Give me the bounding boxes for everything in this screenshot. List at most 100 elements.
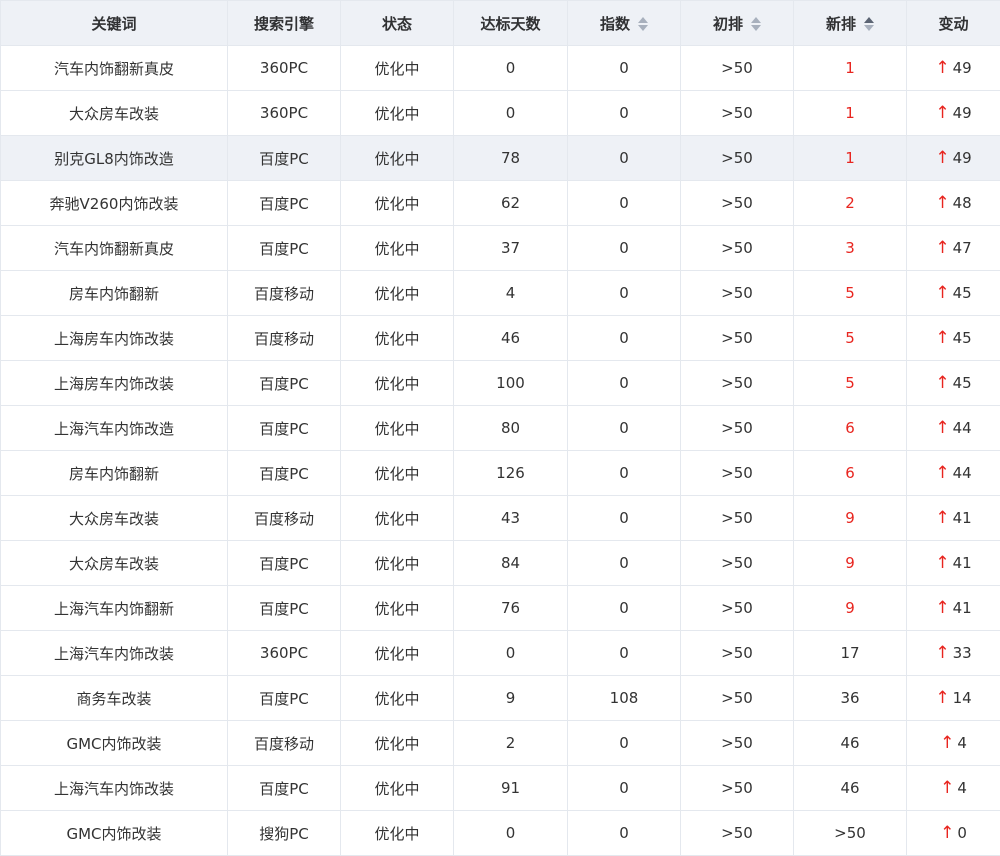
cell-engine: 百度PC [228, 766, 341, 811]
cell-engine: 百度PC [228, 406, 341, 451]
change-value: 45 [953, 284, 972, 302]
cell-initial: >50 [681, 496, 794, 541]
sort-descending-icon[interactable] [751, 25, 761, 31]
cell-change: ↑49 [907, 46, 1000, 91]
cell-change: ↑4 [907, 766, 1000, 811]
header-initial[interactable]: 初排 [681, 1, 794, 46]
cell-engine: 百度PC [228, 541, 341, 586]
sort-icon[interactable] [638, 16, 648, 32]
change-value: 4 [957, 734, 967, 752]
cell-engine: 百度PC [228, 586, 341, 631]
cell-change: ↑48 [907, 181, 1000, 226]
cell-status: 优化中 [341, 181, 454, 226]
cell-new: 3 [794, 226, 907, 271]
cell-status: 优化中 [341, 586, 454, 631]
arrow-up-icon: ↑ [935, 328, 949, 348]
cell-initial: >50 [681, 451, 794, 496]
cell-index: 0 [568, 721, 681, 766]
cell-initial: >50 [681, 586, 794, 631]
sort-descending-icon[interactable] [864, 25, 874, 31]
change-value: 33 [953, 644, 972, 662]
header-days: 达标天数 [454, 1, 568, 46]
cell-keyword: 奔驰V260内饰改装 [1, 181, 228, 226]
cell-days: 84 [454, 541, 568, 586]
cell-new: 46 [794, 766, 907, 811]
cell-new: 6 [794, 451, 907, 496]
cell-index: 0 [568, 406, 681, 451]
cell-index: 0 [568, 496, 681, 541]
arrow-up-icon: ↑ [935, 553, 949, 573]
header-keyword: 关键词 [1, 1, 228, 46]
cell-days: 80 [454, 406, 568, 451]
cell-engine: 百度PC [228, 451, 341, 496]
arrow-up-icon: ↑ [935, 643, 949, 663]
table-row: 汽车内饰翻新真皮360PC优化中00>501↑49 [1, 46, 1000, 91]
arrow-up-icon: ↑ [935, 58, 949, 78]
change-value: 44 [953, 464, 972, 482]
sort-ascending-icon[interactable] [864, 17, 874, 23]
change-value: 49 [953, 104, 972, 122]
cell-engine: 百度PC [228, 181, 341, 226]
cell-change: ↑47 [907, 226, 1000, 271]
arrow-up-icon: ↑ [935, 463, 949, 483]
cell-change: ↑45 [907, 316, 1000, 361]
cell-initial: >50 [681, 46, 794, 91]
cell-index: 0 [568, 271, 681, 316]
cell-keyword: GMC内饰改装 [1, 811, 228, 856]
arrow-up-icon: ↑ [935, 418, 949, 438]
cell-change: ↑44 [907, 406, 1000, 451]
cell-engine: 360PC [228, 46, 341, 91]
header-change: 变动 [907, 1, 1000, 46]
cell-engine: 百度移动 [228, 271, 341, 316]
cell-change: ↑45 [907, 271, 1000, 316]
sort-ascending-icon[interactable] [638, 17, 648, 23]
change-value: 49 [953, 59, 972, 77]
cell-change: ↑14 [907, 676, 1000, 721]
cell-new: 5 [794, 316, 907, 361]
cell-change: ↑41 [907, 541, 1000, 586]
change-value: 41 [953, 509, 972, 527]
change-value: 44 [953, 419, 972, 437]
arrow-up-icon: ↑ [935, 103, 949, 123]
cell-engine: 百度移动 [228, 316, 341, 361]
table-row: 商务车改装百度PC优化中9108>5036↑14 [1, 676, 1000, 721]
cell-change: ↑49 [907, 91, 1000, 136]
change-value: 14 [953, 689, 972, 707]
table-row: 上海汽车内饰翻新百度PC优化中760>509↑41 [1, 586, 1000, 631]
sort-icon[interactable] [864, 16, 874, 32]
keyword-ranking-table: 关键词 搜索引擎 状态 达标天数 指数 初排 新排 变动 汽车内饰翻新真皮360… [0, 0, 1000, 856]
cell-days: 43 [454, 496, 568, 541]
change-value: 0 [957, 824, 967, 842]
cell-initial: >50 [681, 631, 794, 676]
header-index[interactable]: 指数 [568, 1, 681, 46]
sort-descending-icon[interactable] [638, 25, 648, 31]
cell-keyword: 房车内饰翻新 [1, 271, 228, 316]
change-value: 45 [953, 329, 972, 347]
cell-status: 优化中 [341, 541, 454, 586]
cell-initial: >50 [681, 721, 794, 766]
change-value: 48 [953, 194, 972, 212]
header-engine: 搜索引擎 [228, 1, 341, 46]
cell-keyword: 上海房车内饰改装 [1, 361, 228, 406]
cell-keyword: 房车内饰翻新 [1, 451, 228, 496]
arrow-up-icon: ↑ [940, 778, 954, 798]
table-header: 关键词 搜索引擎 状态 达标天数 指数 初排 新排 变动 [1, 1, 1000, 46]
sort-ascending-icon[interactable] [751, 17, 761, 23]
cell-days: 9 [454, 676, 568, 721]
cell-index: 0 [568, 811, 681, 856]
cell-status: 优化中 [341, 811, 454, 856]
sort-icon[interactable] [751, 16, 761, 32]
header-status: 状态 [341, 1, 454, 46]
cell-keyword: 上海汽车内饰改装 [1, 766, 228, 811]
cell-index: 0 [568, 46, 681, 91]
change-value: 49 [953, 149, 972, 167]
cell-status: 优化中 [341, 46, 454, 91]
cell-days: 126 [454, 451, 568, 496]
change-value: 41 [953, 554, 972, 572]
cell-new: 17 [794, 631, 907, 676]
cell-status: 优化中 [341, 91, 454, 136]
table-row: 上海房车内饰改装百度移动优化中460>505↑45 [1, 316, 1000, 361]
header-new[interactable]: 新排 [794, 1, 907, 46]
cell-days: 37 [454, 226, 568, 271]
cell-new: 9 [794, 586, 907, 631]
